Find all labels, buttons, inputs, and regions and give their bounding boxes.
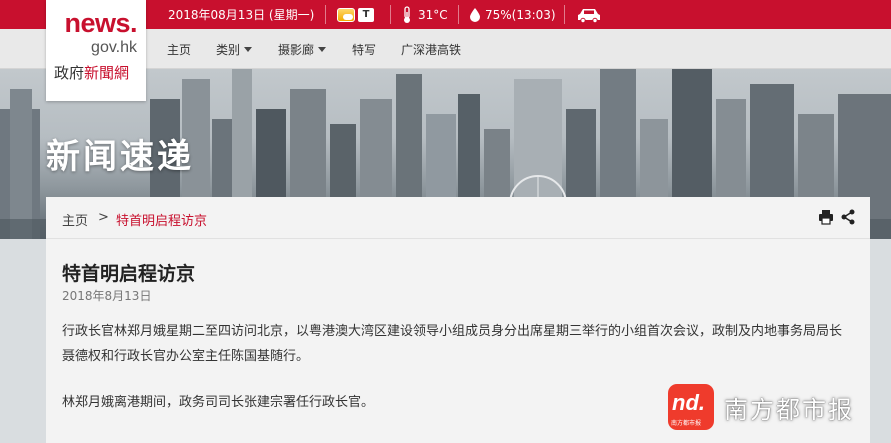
- article-date: 2018年8月13日: [62, 289, 152, 303]
- nav-home[interactable]: 主页: [167, 29, 191, 69]
- typhoon-signal-badge: T: [358, 7, 374, 22]
- logo-chinese-text: 政府新聞網: [54, 62, 129, 83]
- watermark: nd. 南方都市报 南方都市报: [668, 382, 891, 438]
- banner-title: 新闻速递: [46, 137, 194, 177]
- divider: [390, 5, 391, 24]
- sunny-cloud-icon: [337, 7, 355, 22]
- traffic-button[interactable]: [577, 0, 601, 29]
- nav-xrl[interactable]: 广深港高铁: [401, 29, 461, 69]
- caret-down-icon: [318, 46, 327, 52]
- breadcrumb-separator: >: [98, 210, 109, 225]
- logo-news-text: news.: [64, 8, 137, 38]
- logo-prefix: 政府: [54, 64, 85, 82]
- breadcrumb-current: 特首明启程访京: [116, 214, 208, 229]
- logo-domain-text: gov.hk: [91, 39, 137, 56]
- divider: [458, 5, 459, 24]
- date-text: 2018年08月13日 (星期一): [168, 8, 315, 22]
- article-paragraph: 行政长官林郑月娥星期二至四访问北京，以粤港澳大湾区建设领导小组成员身分出席星期三…: [62, 324, 843, 364]
- temperature-group[interactable]: 31°C: [402, 0, 448, 29]
- nd-logo-icon: nd. 南方都市报: [668, 384, 714, 430]
- site-logo[interactable]: news. gov.hk 政府新聞網: [46, 0, 146, 101]
- divider: [564, 5, 565, 24]
- caret-down-icon: [244, 46, 253, 52]
- logo-highlight: 新聞網: [84, 64, 130, 82]
- temperature-value: 31°C: [418, 7, 448, 22]
- nav-categories[interactable]: 类别: [216, 29, 253, 69]
- watermark-logo-sub: 南方都市报: [671, 420, 702, 427]
- divider: [325, 5, 326, 24]
- humidity-group[interactable]: 75%(13:03): [470, 0, 556, 29]
- print-icon[interactable]: [818, 209, 834, 225]
- watermark-logo-text: nd.: [672, 390, 705, 415]
- nav-categories-label: 类别: [216, 42, 241, 57]
- breadcrumb: 主页 > 特首明启程访京: [46, 197, 870, 239]
- water-drop-icon: [470, 7, 480, 22]
- car-icon: [578, 8, 600, 23]
- share-icon[interactable]: [840, 209, 856, 225]
- watermark-text: 南方都市报: [724, 396, 854, 424]
- nav-gallery-label: 摄影廊: [278, 42, 315, 57]
- humidity-value: 75%(13:03): [485, 7, 556, 22]
- article-title: 特首明启程访京: [62, 263, 196, 285]
- nav-gallery[interactable]: 摄影廊: [278, 29, 327, 69]
- thermometer-icon: [404, 5, 410, 23]
- nav-features[interactable]: 特写: [352, 29, 376, 69]
- breadcrumb-home[interactable]: 主页: [62, 210, 88, 229]
- weather-group[interactable]: T: [337, 0, 374, 29]
